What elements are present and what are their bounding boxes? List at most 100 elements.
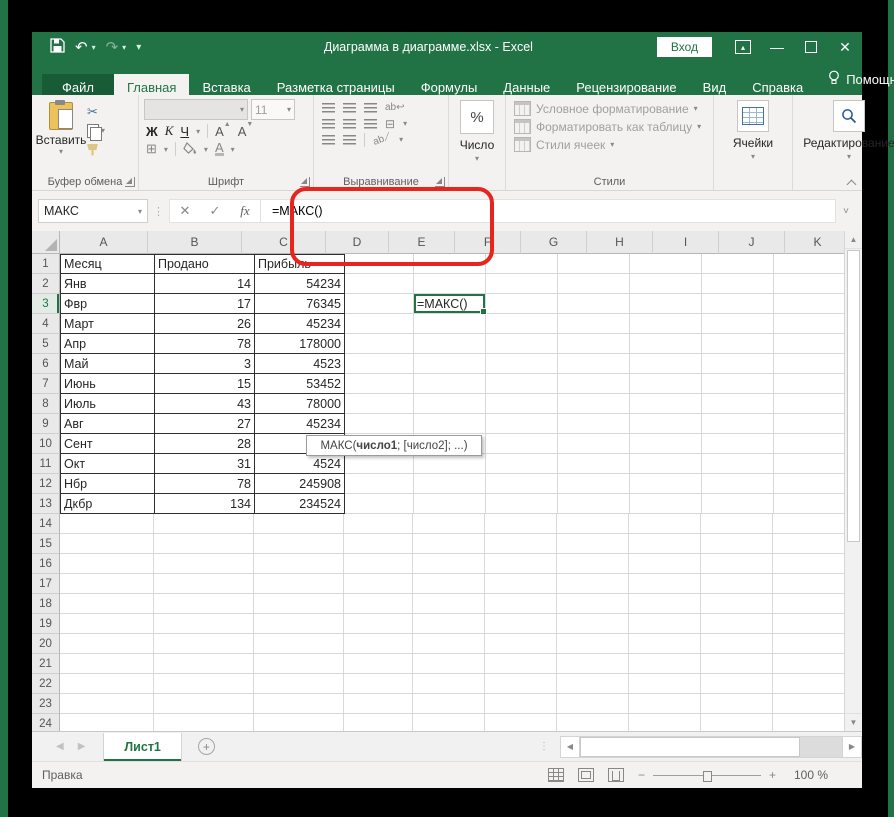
- cell-E12[interactable]: [414, 474, 486, 494]
- table-cell-C4[interactable]: 45234: [255, 314, 345, 334]
- row-header-21[interactable]: 21: [32, 654, 60, 674]
- table-cell-C7[interactable]: 53452: [255, 374, 345, 394]
- cell-F22[interactable]: [485, 674, 557, 694]
- cell-F8[interactable]: [486, 394, 558, 414]
- cell-E13[interactable]: [414, 494, 486, 514]
- cell-F14[interactable]: [485, 514, 557, 534]
- helper-tab[interactable]: Помощн: [816, 64, 894, 95]
- expand-formula-bar-icon[interactable]: ˅: [836, 206, 856, 217]
- column-header-K[interactable]: K: [785, 231, 851, 254]
- formula-bar-splitter[interactable]: ⋮: [153, 205, 164, 218]
- row-header-22[interactable]: 22: [32, 674, 60, 694]
- row-header-18[interactable]: 18: [32, 594, 60, 614]
- table-cell-C9[interactable]: 45234: [255, 414, 345, 434]
- cell-D24[interactable]: [344, 714, 413, 731]
- table-cell-B7[interactable]: 15: [155, 374, 255, 394]
- cell-I20[interactable]: [701, 634, 773, 654]
- sheet-tab-list1[interactable]: Лист1: [103, 733, 181, 761]
- save-icon[interactable]: [50, 38, 65, 56]
- cell-E6[interactable]: [414, 354, 486, 374]
- cell-H23[interactable]: [629, 694, 701, 714]
- cell-J24[interactable]: [773, 714, 845, 731]
- cell-H8[interactable]: [630, 394, 702, 414]
- next-sheet-icon[interactable]: ▶: [78, 741, 86, 752]
- cell-G13[interactable]: [558, 494, 630, 514]
- cell-E8[interactable]: [414, 394, 486, 414]
- cell-E16[interactable]: [413, 554, 485, 574]
- cell-A22[interactable]: [60, 674, 154, 694]
- row-header-5[interactable]: 5: [32, 334, 60, 354]
- table-cell-A2[interactable]: Янв: [60, 274, 155, 294]
- cell-B15[interactable]: [154, 534, 254, 554]
- cell-G20[interactable]: [557, 634, 629, 654]
- cell-A17[interactable]: [60, 574, 154, 594]
- cell-B24[interactable]: [154, 714, 254, 731]
- redo-icon[interactable]: ↷: [106, 40, 119, 55]
- italic-button[interactable]: К: [165, 123, 174, 139]
- align-bottom-icon[interactable]: [364, 103, 377, 113]
- cell-C15[interactable]: [254, 534, 344, 554]
- font-size-combo[interactable]: 11▾: [251, 99, 295, 120]
- align-center-icon[interactable]: [343, 119, 356, 129]
- cell-H18[interactable]: [629, 594, 701, 614]
- cell-D23[interactable]: [344, 694, 413, 714]
- cell-B19[interactable]: [154, 614, 254, 634]
- cell-G11[interactable]: [558, 454, 630, 474]
- page-break-view-icon[interactable]: [608, 768, 624, 782]
- cell-D17[interactable]: [344, 574, 413, 594]
- cell-I14[interactable]: [701, 514, 773, 534]
- cell-I8[interactable]: [702, 394, 774, 414]
- font-dialog-launcher-icon[interactable]: [300, 177, 310, 187]
- column-header-A[interactable]: A: [60, 231, 148, 254]
- cell-I11[interactable]: [702, 454, 774, 474]
- sign-in-button[interactable]: Вход: [657, 37, 712, 57]
- zoom-out-icon[interactable]: −: [638, 768, 645, 782]
- cell-D4[interactable]: [345, 314, 414, 334]
- cell-A24[interactable]: [60, 714, 154, 731]
- cell-C21[interactable]: [254, 654, 344, 674]
- cell-G15[interactable]: [557, 534, 629, 554]
- cell-J19[interactable]: [773, 614, 845, 634]
- cell-H15[interactable]: [629, 534, 701, 554]
- table-cell-B2[interactable]: 14: [155, 274, 255, 294]
- row-header-9[interactable]: 9: [32, 414, 60, 434]
- cell-I24[interactable]: [701, 714, 773, 731]
- cell-D12[interactable]: [345, 474, 414, 494]
- cell-H20[interactable]: [629, 634, 701, 654]
- table-cell-C1[interactable]: Прибыль: [255, 254, 345, 274]
- cell-I12[interactable]: [702, 474, 774, 494]
- cell-B21[interactable]: [154, 654, 254, 674]
- redo-dropdown-icon[interactable]: ▾: [122, 43, 126, 52]
- align-right-icon[interactable]: [364, 119, 377, 129]
- cell-I16[interactable]: [701, 554, 773, 574]
- cell-B18[interactable]: [154, 594, 254, 614]
- cell-H5[interactable]: [630, 334, 702, 354]
- cell-H6[interactable]: [630, 354, 702, 374]
- normal-view-icon[interactable]: [548, 768, 564, 782]
- row-header-6[interactable]: 6: [32, 354, 60, 374]
- clipboard-dialog-launcher-icon[interactable]: [125, 177, 135, 187]
- table-cell-C8[interactable]: 78000: [255, 394, 345, 414]
- cell-F24[interactable]: [485, 714, 557, 731]
- row-header-10[interactable]: 10: [32, 434, 60, 454]
- cell-G3[interactable]: [558, 294, 630, 314]
- cut-button[interactable]: ✂: [87, 104, 105, 119]
- page-layout-view-icon[interactable]: [578, 768, 594, 782]
- cell-F2[interactable]: [486, 274, 558, 294]
- cancel-entry-icon[interactable]: ✕: [170, 203, 200, 219]
- cell-F3[interactable]: [486, 294, 558, 314]
- cell-J11[interactable]: [774, 454, 846, 474]
- cell-F9[interactable]: [486, 414, 558, 434]
- cell-I1[interactable]: [702, 254, 774, 274]
- cell-J7[interactable]: [774, 374, 846, 394]
- customize-qat-icon[interactable]: ▾: [136, 42, 141, 53]
- cell-G9[interactable]: [558, 414, 630, 434]
- cell-J4[interactable]: [774, 314, 846, 334]
- cell-D14[interactable]: [344, 514, 413, 534]
- cell-G14[interactable]: [557, 514, 629, 534]
- row-header-7[interactable]: 7: [32, 374, 60, 394]
- table-cell-C12[interactable]: 245908: [255, 474, 345, 494]
- undo-icon[interactable]: ↶: [75, 40, 88, 55]
- cell-G19[interactable]: [557, 614, 629, 634]
- table-cell-B1[interactable]: Продано: [155, 254, 255, 274]
